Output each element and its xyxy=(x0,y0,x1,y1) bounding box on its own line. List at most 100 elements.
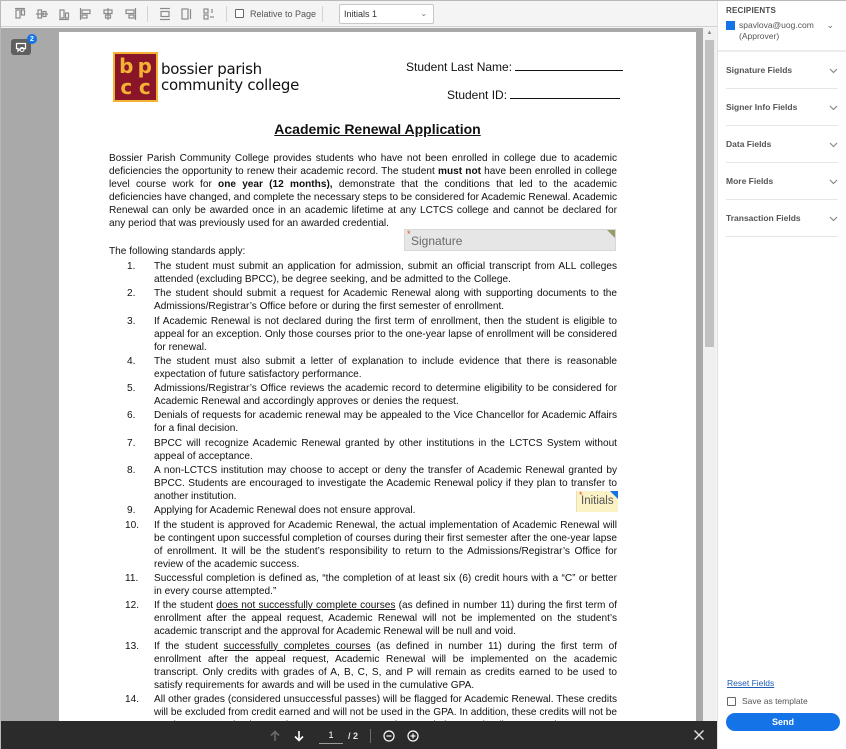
list-item: 11. Successful completion is defined as, … xyxy=(125,572,617,597)
align-bottom-icon[interactable] xyxy=(53,3,75,25)
list-item: 9. Applying for Academic Renewal does not… xyxy=(127,505,416,517)
required-asterisk-icon: * xyxy=(407,229,411,239)
chevron-down-icon xyxy=(829,172,838,190)
chevron-down-icon xyxy=(829,98,838,116)
field-corner-marker-icon xyxy=(610,491,618,499)
recipients-section: RECIPIENTS spavlova@uog.com (Approver) ⌄ xyxy=(718,1,846,52)
scroll-up-arrow-icon[interactable]: ▲ xyxy=(703,28,716,38)
student-last-name-label: Student Last Name: xyxy=(406,60,513,74)
page-navigation-bar: / 2 xyxy=(1,721,717,749)
list-item: 5. Admissions/Registrar’s Office reviews … xyxy=(127,383,617,408)
scrollbar-thumb[interactable] xyxy=(705,40,714,347)
section-title: Transaction Fields xyxy=(726,213,801,223)
chevron-down-icon xyxy=(829,135,838,153)
reset-fields-link[interactable]: Reset Fields xyxy=(727,678,774,688)
list-item: 4. The student must also submit a letter … xyxy=(127,355,617,380)
arrow-up-icon xyxy=(270,729,280,741)
relative-to-page-checkbox[interactable]: Relative to Page xyxy=(235,9,316,19)
total-pages-label: / 2 xyxy=(348,730,359,741)
list-item: 8. A non-LCTCS institution may choose to … xyxy=(127,465,617,503)
relative-to-page-label: Relative to Page xyxy=(250,8,317,19)
signature-field[interactable]: * Signature xyxy=(404,229,616,251)
align-middle-icon[interactable] xyxy=(31,3,53,25)
list-item: 12. If the student does not successfully … xyxy=(125,600,617,638)
document-page: b p c c bossier parish community college… xyxy=(59,32,696,721)
arrow-down-icon xyxy=(294,730,304,742)
section-signer-info-fields[interactable]: Signer Info Fields xyxy=(726,89,838,126)
comment-icon xyxy=(15,42,27,52)
list-item: 14. All other grades (considered unsucces… xyxy=(125,693,617,721)
app-window: Relative to Page Initials 1 ⌄ 2 b p c c … xyxy=(0,0,846,749)
recipient-selector[interactable]: spavlova@uog.com (Approver) ⌄ xyxy=(726,20,838,42)
section-transaction-fields[interactable]: Transaction Fields xyxy=(726,200,838,237)
checkbox-box[interactable] xyxy=(727,696,736,706)
document-title: Academic Renewal Application xyxy=(274,121,481,137)
align-right-icon[interactable] xyxy=(119,3,141,25)
list-item: 6. Denials of requests for academic renew… xyxy=(127,410,617,435)
section-title: Signature Fields xyxy=(726,65,793,75)
checkbox-box[interactable] xyxy=(235,9,244,18)
zoom-in-icon xyxy=(407,729,419,742)
list-item: 3. If Academic Renewal is not declared du… xyxy=(127,315,617,353)
comments-button[interactable]: 2 xyxy=(11,34,37,55)
section-data-fields[interactable]: Data Fields xyxy=(726,126,838,163)
current-page-input[interactable] xyxy=(319,727,343,744)
logo-letter: c xyxy=(138,75,151,99)
align-left-icon[interactable] xyxy=(75,3,97,25)
recipient-email: spavlova@uog.com xyxy=(739,20,814,30)
section-more-fields[interactable]: More Fields xyxy=(726,163,838,200)
chevron-down-icon xyxy=(829,61,838,79)
comment-count-badge: 2 xyxy=(27,34,37,44)
close-icon[interactable] xyxy=(691,727,707,743)
field-corner-marker-icon xyxy=(607,230,615,238)
alignment-toolbar: Relative to Page Initials 1 ⌄ xyxy=(1,1,717,27)
student-id-line: Student ID: xyxy=(447,88,621,102)
save-as-template-checkbox[interactable]: Save as template xyxy=(727,696,808,706)
list-item: 1. The student must submit an application… xyxy=(127,261,617,285)
student-last-name-blank xyxy=(515,60,624,71)
section-title: Data Fields xyxy=(726,139,772,149)
college-logo: b p c c bossier parish community college xyxy=(113,52,299,102)
logo-wordmark: bossier parish community college xyxy=(161,61,299,93)
next-page-button[interactable] xyxy=(289,726,309,746)
list-item: 13. If the student successfully completes… xyxy=(125,640,618,691)
toolbar-divider xyxy=(322,5,324,22)
toolbar-divider xyxy=(147,5,148,22)
chevron-down-icon xyxy=(829,209,838,227)
standards-list: 1. The student must submit an application… xyxy=(109,260,617,721)
logo-letter: b xyxy=(119,54,134,78)
document-viewer: 2 b p c c bossier parish community colle… xyxy=(1,28,703,721)
zoom-out-button[interactable] xyxy=(379,726,399,746)
student-last-name-line: Student Last Name: xyxy=(406,60,624,74)
section-title: Signer Info Fields xyxy=(726,102,798,112)
save-as-template-label: Save as template xyxy=(742,696,808,706)
signature-field-label: Signature xyxy=(411,234,463,248)
vertical-scrollbar[interactable]: ▲ xyxy=(703,28,716,721)
list-item: 10. If the student is approved for Academ… xyxy=(125,519,617,570)
initials-field-label: Initials xyxy=(581,495,614,507)
zoom-in-button[interactable] xyxy=(403,726,423,746)
logo-letter: c xyxy=(120,75,133,99)
match-width-icon[interactable] xyxy=(176,3,198,25)
chevron-down-icon: ⌄ xyxy=(420,9,428,18)
recipients-title: RECIPIENTS xyxy=(726,6,777,15)
standards-label: The following standards apply: xyxy=(109,246,246,257)
send-button[interactable]: Send xyxy=(726,713,840,731)
align-center-icon[interactable] xyxy=(97,3,119,25)
section-signature-fields[interactable]: Signature Fields xyxy=(726,52,838,89)
logo-line-2: community college xyxy=(161,76,299,94)
align-top-icon[interactable] xyxy=(9,3,31,25)
chevron-down-icon[interactable]: ⌄ xyxy=(826,20,834,42)
zoom-out-icon xyxy=(383,729,395,742)
student-id-label: Student ID: xyxy=(447,88,508,102)
previous-page-button[interactable] xyxy=(265,726,285,746)
match-height-icon[interactable] xyxy=(198,3,220,25)
field-select-dropdown[interactable]: Initials 1 ⌄ xyxy=(339,3,435,24)
field-select-value: Initials 1 xyxy=(344,8,378,19)
student-id-blank xyxy=(510,88,621,99)
logo-line-1: bossier parish xyxy=(161,60,262,78)
distribute-vertical-icon[interactable] xyxy=(154,3,176,25)
initials-field[interactable]: * Initials xyxy=(576,490,618,512)
recipient-color-swatch xyxy=(726,21,735,30)
logo-letter: p xyxy=(137,54,152,78)
